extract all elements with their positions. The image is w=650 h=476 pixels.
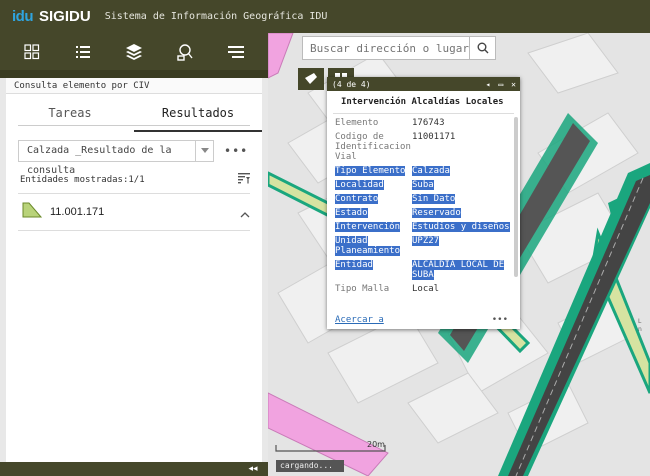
chevron-down-icon[interactable] xyxy=(195,141,213,161)
pointer-tool-icon[interactable] xyxy=(298,68,324,90)
attribute-key: Intervención xyxy=(335,222,401,232)
app-name: SIGIDU xyxy=(39,8,91,25)
panel-tabs: Tareas Resultados xyxy=(6,102,262,132)
collapse-panel-button[interactable]: ◂◂ xyxy=(242,462,264,476)
attribute-key: Codigo de Identificacion Vial xyxy=(335,132,411,162)
main-toolbar xyxy=(0,33,268,70)
address-search-input[interactable] xyxy=(303,37,469,59)
feature-popup: (4 de 4) ◂ ▭ ✕ Intervención Alcaldías Lo… xyxy=(327,77,520,329)
loading-label: cargando... xyxy=(280,461,333,470)
idu-logo: idu xyxy=(12,8,34,25)
loading-indicator: cargando... xyxy=(276,460,344,472)
attribute-value: UPZ27 xyxy=(412,236,440,246)
attribute-row: Entidad ALCALDIA LOCAL DE SUBA xyxy=(335,260,520,280)
tab-resultados[interactable]: Resultados xyxy=(134,102,262,132)
attribute-value: ALCALDIA LOCAL DE SUBA xyxy=(412,260,505,280)
divider xyxy=(18,230,250,231)
popup-title: Intervención Alcaldías Locales xyxy=(333,91,514,114)
attribute-key: Unidad Planeamiento xyxy=(335,236,401,256)
layers-icon[interactable] xyxy=(119,37,149,67)
attribute-value: 11001171 xyxy=(412,132,456,142)
popup-attributes: Elemento 176743 Codigo de Identificacion… xyxy=(327,114,520,294)
svg-text:n: n xyxy=(638,326,642,333)
attribute-row: Tipo Elemento Calzada xyxy=(335,166,520,176)
attribute-row: Elemento 176743 xyxy=(335,118,520,128)
attribute-value: Sin Dato xyxy=(412,194,456,204)
toolbar-accent-bar xyxy=(0,70,268,78)
attribute-key: Localidad xyxy=(335,180,384,190)
widgets-icon[interactable] xyxy=(17,37,47,67)
address-search-box xyxy=(302,36,496,60)
panel-footer xyxy=(0,462,268,476)
panel-title: Consulta elemento por CIV xyxy=(6,78,262,94)
app-subtitle: Sistema de Información Geográfica IDU xyxy=(104,11,328,22)
result-select-row: Calzada _Resultado de la consulta ••• xyxy=(18,140,262,176)
app-root: idu SIGIDU Sistema de Información Geográ… xyxy=(0,0,650,476)
result-list-item[interactable]: 11.001.171 xyxy=(22,200,250,224)
zoom-to-link[interactable]: Acercar a xyxy=(335,315,384,325)
popup-scrollbar[interactable] xyxy=(514,117,518,277)
search-icon[interactable] xyxy=(469,37,495,59)
scale-bar: 20m xyxy=(275,440,395,454)
attribute-value: Estudios y diseños xyxy=(412,222,510,232)
popup-footer: Acercar a ••• xyxy=(335,315,508,325)
result-item-label: 11.001.171 xyxy=(50,206,105,218)
attribute-key: Estado xyxy=(335,208,368,218)
attribute-value: Reservado xyxy=(412,208,461,218)
previous-feature-button[interactable]: ◂ xyxy=(486,80,491,89)
result-layer-select[interactable]: Calzada _Resultado de la consulta xyxy=(18,140,214,176)
attribute-row: Estado Reservado xyxy=(335,208,520,218)
popup-header: (4 de 4) ◂ ▭ ✕ xyxy=(327,77,520,91)
popup-more-button[interactable]: ••• xyxy=(492,315,508,325)
attribute-key: Elemento xyxy=(335,118,379,128)
attribute-row: Intervención Estudios y diseños xyxy=(335,222,520,232)
menu-icon[interactable] xyxy=(221,37,251,67)
attribute-row: Tipo Malla Local xyxy=(335,284,520,294)
attribute-row: Localidad Suba xyxy=(335,180,520,190)
list-icon[interactable] xyxy=(68,37,98,67)
attribute-value: 176743 xyxy=(412,118,445,128)
popup-counter: (4 de 4) xyxy=(332,79,371,89)
attribute-value: Local xyxy=(412,284,440,294)
attribute-row: Unidad Planeamiento UPZ27 xyxy=(335,236,520,256)
sort-icon[interactable] xyxy=(238,172,250,187)
attribute-key: Tipo Malla xyxy=(335,284,390,294)
attribute-row: Codigo de Identificacion Vial 11001171 xyxy=(335,132,520,162)
attribute-value: Suba xyxy=(412,180,434,190)
polygon-feature-icon xyxy=(22,202,43,222)
attribute-key: Entidad xyxy=(335,260,373,270)
close-icon[interactable]: ✕ xyxy=(511,80,516,89)
scale-label: 20m xyxy=(367,440,385,449)
attribute-value: Calzada xyxy=(412,166,450,176)
attribute-key: Contrato xyxy=(335,194,379,204)
tabs-divider xyxy=(18,125,250,126)
app-header: idu SIGIDU Sistema de Información Geográ… xyxy=(0,0,650,33)
maximize-icon[interactable]: ▭ xyxy=(498,80,503,89)
side-panel: Consulta elemento por CIV Tareas Resulta… xyxy=(6,78,262,468)
divider xyxy=(18,193,250,194)
attribute-row: Contrato Sin Dato xyxy=(335,194,520,204)
tab-tareas[interactable]: Tareas xyxy=(6,102,134,132)
chevron-up-icon[interactable] xyxy=(240,203,250,222)
attribute-key: Tipo Elemento xyxy=(335,166,406,176)
identify-icon[interactable] xyxy=(170,37,200,67)
more-options-button[interactable]: ••• xyxy=(224,144,248,158)
